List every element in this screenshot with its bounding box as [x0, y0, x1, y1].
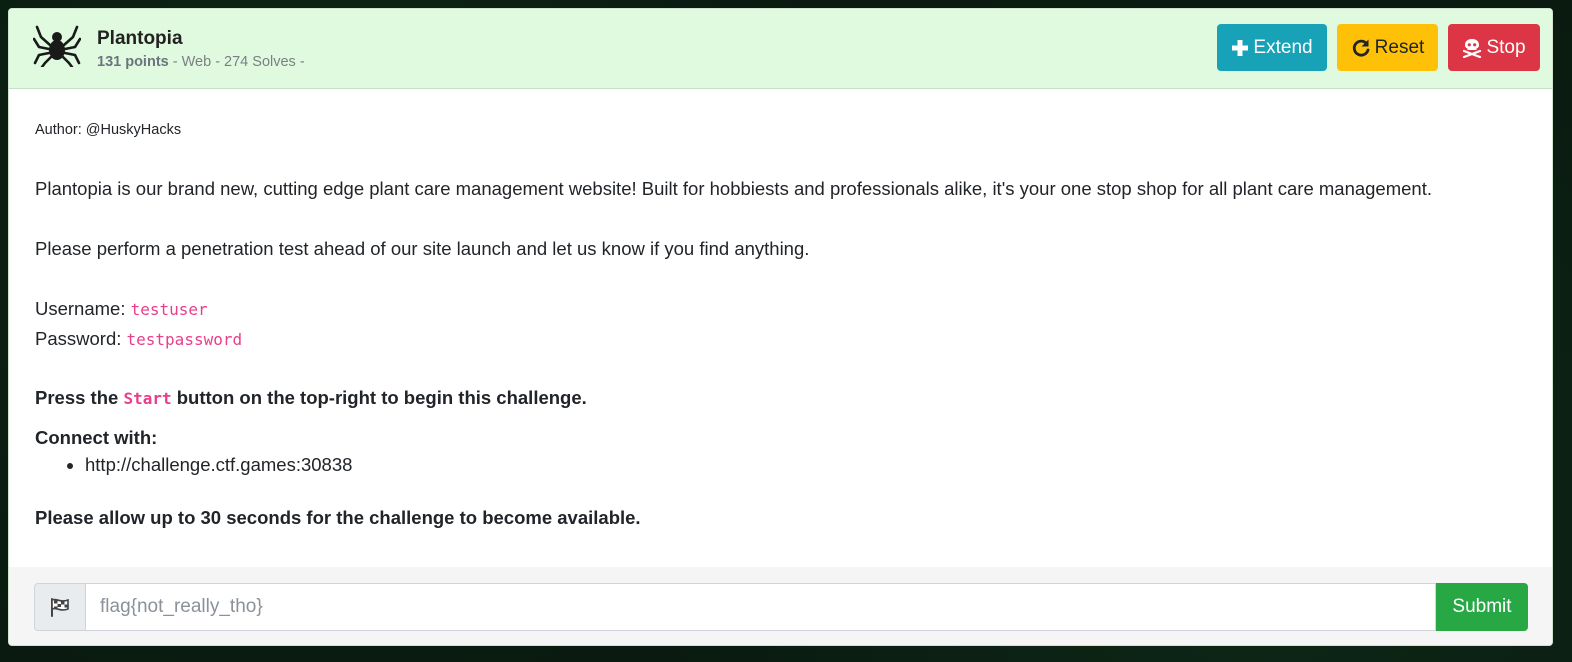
start-code: Start: [123, 389, 172, 408]
password-value: testpassword: [126, 330, 243, 349]
spider-icon: [33, 25, 81, 67]
stop-label: Stop: [1486, 36, 1526, 58]
username-line: Username: testuser: [35, 298, 208, 320]
request-paragraph: Please perform a penetration test ahead …: [35, 238, 810, 259]
challenge-points: 131 points: [97, 54, 169, 70]
card-header: Plantopia 131 points - Web - 274 Solves …: [9, 9, 1552, 89]
challenge-title: Plantopia: [97, 28, 183, 49]
password-label: Password:: [35, 328, 122, 349]
flag-input-group: Submit: [34, 583, 1528, 631]
start-instruction: Press the Start button on the top-right …: [35, 387, 587, 409]
connect-list: http://challenge.ctf.games:30838: [35, 452, 352, 478]
start-prefix: Press the: [35, 387, 119, 408]
username-label: Username:: [35, 298, 126, 319]
flag-addon: [34, 583, 86, 631]
connect-link[interactable]: http://challenge.ctf.games:30838: [85, 452, 352, 478]
submit-button[interactable]: Submit: [1436, 583, 1528, 631]
connect-label: Connect with:: [35, 427, 158, 448]
password-line: Password: testpassword: [35, 328, 242, 350]
challenge-category-solves: - Web - 274 Solves -: [172, 54, 305, 70]
skull-crossbones-icon: [1463, 38, 1482, 58]
flag-submission-bar: Submit: [9, 567, 1552, 645]
extend-label: Extend: [1253, 36, 1313, 58]
intro-paragraph: Plantopia is our brand new, cutting edge…: [35, 178, 1432, 199]
extend-button[interactable]: Extend: [1217, 24, 1327, 71]
plus-icon: [1232, 39, 1249, 56]
availability-note: Please allow up to 30 seconds for the ch…: [35, 507, 641, 528]
challenge-meta: 131 points - Web - 274 Solves -: [97, 54, 305, 70]
challenge-card: Plantopia 131 points - Web - 274 Solves …: [8, 8, 1553, 646]
stop-button[interactable]: Stop: [1448, 24, 1540, 71]
flag-input[interactable]: [86, 583, 1436, 631]
username-value: testuser: [130, 300, 208, 319]
checkered-flag-icon: [51, 598, 69, 617]
start-suffix: button on the top-right to begin this ch…: [176, 387, 587, 408]
reset-button[interactable]: Reset: [1337, 24, 1438, 71]
reset-label: Reset: [1374, 36, 1425, 58]
redo-icon: [1352, 39, 1370, 57]
author-line: Author: @HuskyHacks: [35, 122, 182, 138]
